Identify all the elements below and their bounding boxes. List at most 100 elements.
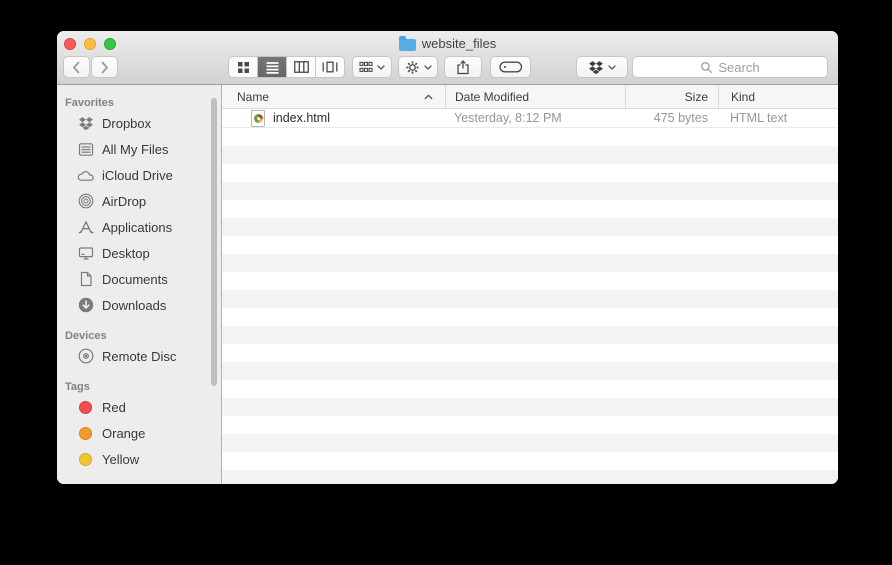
list-header-row: Name Date Modified Size Kind xyxy=(222,85,838,109)
column-header-size[interactable]: Size xyxy=(625,85,718,108)
arrange-icon xyxy=(359,61,373,73)
downloads-icon xyxy=(77,297,94,314)
sidebar-item-label: Desktop xyxy=(102,246,150,261)
documents-icon xyxy=(77,271,94,288)
icloud-icon xyxy=(77,167,94,184)
chevron-down-icon xyxy=(424,65,432,70)
devices-items: Remote Disc xyxy=(57,343,221,369)
view-mode-control xyxy=(228,56,345,78)
sidebar-section-devices: Devices xyxy=(57,329,221,343)
window-controls xyxy=(64,38,116,50)
share-button[interactable] xyxy=(444,56,482,78)
sidebar-item-label: Dropbox xyxy=(102,116,151,131)
sidebar-item-remote-disc[interactable]: Remote Disc xyxy=(57,343,221,369)
icon-view-button[interactable] xyxy=(229,57,257,77)
file-name-cell: index.html xyxy=(222,109,445,127)
sidebar-item-desktop[interactable]: Desktop xyxy=(57,240,221,266)
chevron-right-icon xyxy=(100,61,109,74)
title-bar: website_files xyxy=(57,31,838,56)
finder-window: website_files xyxy=(57,31,838,484)
dropbox-menu-button[interactable] xyxy=(576,56,628,78)
dropbox-icon xyxy=(588,60,604,75)
chevron-down-icon xyxy=(377,65,385,70)
orange-tag-dot xyxy=(77,425,94,442)
column-header-date-modified[interactable]: Date Modified xyxy=(445,85,625,108)
file-row-index-html[interactable]: index.html Yesterday, 8:12 PM 475 bytes … xyxy=(222,109,838,128)
file-name: index.html xyxy=(273,111,330,125)
sidebar-item-label: Yellow xyxy=(102,452,139,467)
search-placeholder: Search xyxy=(718,60,759,75)
list-view-button[interactable] xyxy=(257,57,286,77)
sidebar-item-label: Red xyxy=(102,400,126,415)
minimize-button[interactable] xyxy=(84,38,96,50)
sidebar-item-label: Orange xyxy=(102,426,145,441)
sidebar-item-label: Downloads xyxy=(102,298,166,313)
sidebar-item-label: Remote Disc xyxy=(102,349,176,364)
cover-flow-view-icon xyxy=(322,61,338,73)
red-tag-dot xyxy=(77,399,94,416)
sidebar-item-icloud-drive[interactable]: iCloud Drive xyxy=(57,162,221,188)
desktop-icon xyxy=(77,245,94,262)
column-view-button[interactable] xyxy=(286,57,315,77)
sidebar-item-tag-yellow[interactable]: Yellow xyxy=(57,446,221,472)
sidebar-item-label: AirDrop xyxy=(102,194,146,209)
arrange-menu-button[interactable] xyxy=(352,56,392,78)
share-icon xyxy=(456,60,470,75)
sidebar-item-label: Documents xyxy=(102,272,168,287)
applications-icon xyxy=(77,219,94,236)
sidebar-item-airdrop[interactable]: AirDrop xyxy=(57,188,221,214)
sidebar-item-label: iCloud Drive xyxy=(102,168,173,183)
sidebar-section-favorites: Favorites xyxy=(57,96,221,110)
tag-button[interactable] xyxy=(490,56,531,78)
remote-disc-icon xyxy=(77,348,94,365)
html-file-icon xyxy=(251,110,265,127)
tag-icon xyxy=(499,60,523,74)
window-chrome: website_files xyxy=(57,31,838,85)
action-menu-button[interactable] xyxy=(398,56,438,78)
window-title: website_files xyxy=(422,36,496,51)
column-header-kind[interactable]: Kind xyxy=(718,85,838,108)
empty-list-area xyxy=(222,128,838,484)
window-body: Favorites Dropbox All My Files xyxy=(57,85,838,484)
toolbar: Search xyxy=(57,56,838,84)
search-input[interactable]: Search xyxy=(632,56,828,78)
column-header-name[interactable]: Name xyxy=(222,85,445,108)
yellow-tag-dot xyxy=(77,451,94,468)
folder-icon xyxy=(399,39,416,51)
back-button[interactable] xyxy=(63,56,90,78)
airdrop-icon xyxy=(77,193,94,210)
sort-ascending-icon[interactable] xyxy=(424,94,433,100)
cover-flow-view-button[interactable] xyxy=(315,57,344,77)
sidebar-item-downloads[interactable]: Downloads xyxy=(57,292,221,318)
sidebar-item-label: All My Files xyxy=(102,142,168,157)
sidebar-item-label: Applications xyxy=(102,220,172,235)
sidebar-item-applications[interactable]: Applications xyxy=(57,214,221,240)
zoom-button[interactable] xyxy=(104,38,116,50)
file-date-cell: Yesterday, 8:12 PM xyxy=(445,109,625,127)
forward-button[interactable] xyxy=(91,56,118,78)
close-button[interactable] xyxy=(64,38,76,50)
file-kind-cell: HTML text xyxy=(718,109,838,127)
sidebar-item-all-my-files[interactable]: All My Files xyxy=(57,136,221,162)
chevron-down-icon xyxy=(608,65,616,70)
favorites-items: Dropbox All My Files iCloud Drive xyxy=(57,110,221,318)
dropbox-icon xyxy=(77,115,94,132)
sidebar-item-tag-orange[interactable]: Orange xyxy=(57,420,221,446)
file-list: Name Date Modified Size Kind xyxy=(222,85,838,484)
chevron-left-icon xyxy=(72,61,81,74)
gear-icon xyxy=(405,60,420,75)
sidebar-item-tag-red[interactable]: Red xyxy=(57,394,221,420)
sidebar-section-tags: Tags xyxy=(57,380,221,394)
column-view-icon xyxy=(294,61,309,73)
all-my-files-icon xyxy=(77,141,94,158)
sidebar-item-documents[interactable]: Documents xyxy=(57,266,221,292)
search-icon xyxy=(700,61,713,74)
sidebar-item-dropbox[interactable]: Dropbox xyxy=(57,110,221,136)
sidebar: Favorites Dropbox All My Files xyxy=(57,85,222,484)
file-size-cell: 475 bytes xyxy=(625,109,718,127)
title-group: website_files xyxy=(399,36,496,51)
tags-items: Red Orange Yellow xyxy=(57,394,221,472)
sidebar-scrollbar[interactable] xyxy=(211,98,217,386)
list-view-icon xyxy=(266,61,279,74)
icon-view-icon xyxy=(237,61,250,74)
